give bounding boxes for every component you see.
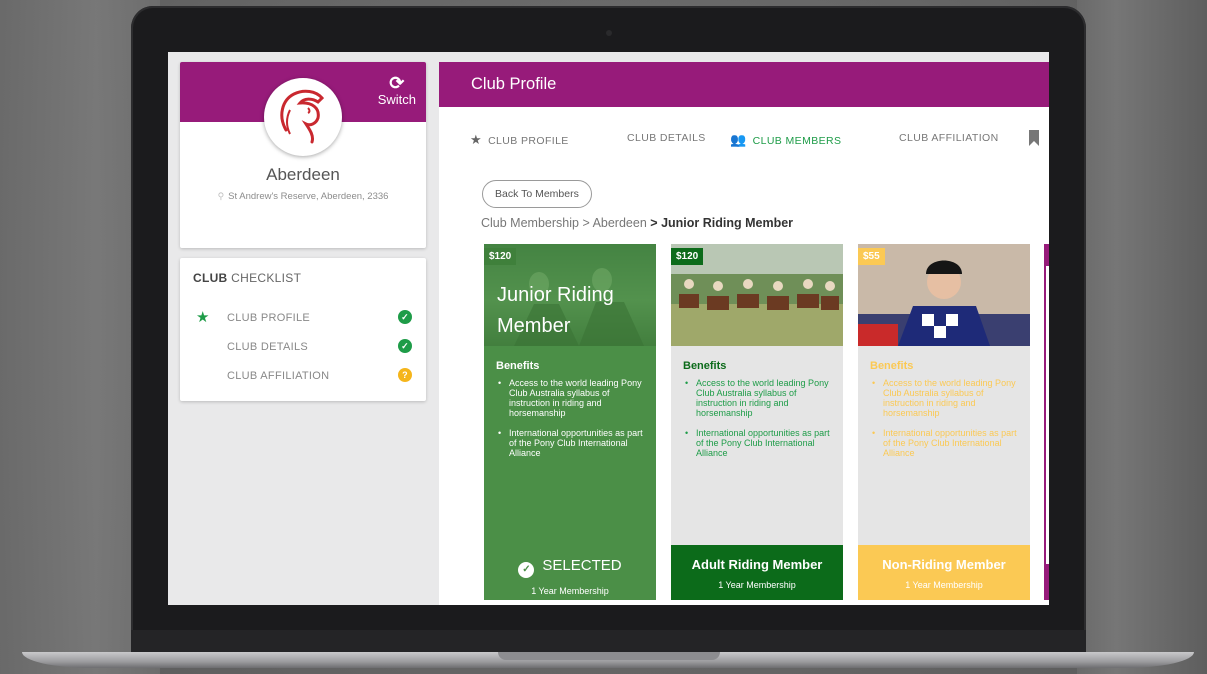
back-to-members-button[interactable]: Back To Members [482,180,592,208]
tab-club-affiliation[interactable]: CLUB AFFILIATION [899,132,999,144]
tab-label: CLUB MEMBERS [752,135,842,147]
main-panel: Club Profile ★ CLUB PROFILE CLUB DETAILS … [439,62,1049,605]
checklist-item-club-profile[interactable]: ★ CLUB PROFILE ✓ [180,309,426,328]
benefits-list: Access to the world leading Pony Club Au… [870,378,1022,468]
club-name: Aberdeen [266,165,340,184]
club-logo [264,78,342,156]
price-badge: $55 [858,248,885,265]
club-profile-card: ⟳ Switch Aberdeen ⚲ St Andrew's Reserve, … [180,62,426,248]
club-checklist: CLUB CHECKLIST ★ CLUB PROFILE ✓ CLUB DET… [180,258,426,401]
checklist-title-rest: CHECKLIST [227,271,302,285]
tab-label: CLUB PROFILE [488,135,569,147]
breadcrumb-item[interactable]: Club Membership [481,216,579,230]
checklist-item-label: CLUB PROFILE [227,312,311,324]
breadcrumb-current: Junior Riding Member [661,216,794,230]
app-screen: ⟳ Switch Aberdeen ⚲ St Andrew's Reserve, … [168,52,1049,605]
card-footer[interactable]: ✓ SELECTED 1 Year Membership [484,545,656,600]
benefits-list: Access to the world leading Pony Club Au… [496,378,648,468]
card-footer[interactable]: Non-Riding Member 1 Year Membership [858,545,1030,600]
checklist-item-label: CLUB DETAILS [227,341,309,353]
breadcrumb: Club Membership > Aberdeen > Junior Ridi… [481,216,793,230]
membership-duration: 1 Year Membership [718,580,796,590]
laptop-chin [131,630,1086,652]
checklist-item-club-details[interactable]: CLUB DETAILS ✓ [180,339,426,357]
refresh-icon: ⟳ [389,73,405,93]
breadcrumb-item[interactable]: Aberdeen [593,216,647,230]
selected-label: ✓ SELECTED [484,557,656,578]
page-title: Club Profile [439,62,1049,107]
breadcrumb-separator: > [650,216,658,230]
selected-text: SELECTED [542,557,622,574]
checklist-item-club-affiliation[interactable]: CLUB AFFILIATION ? [180,368,426,386]
tab-club-members[interactable]: 👥 CLUB MEMBERS [730,132,841,148]
tab-bar: ★ CLUB PROFILE CLUB DETAILS 👥 CLUB MEMBERS… [439,130,1049,150]
switch-button[interactable]: ⟳ Switch [378,74,416,107]
horse-head-logo-icon [280,89,325,144]
bookmark-icon[interactable] [1029,130,1039,146]
benefit-item: International opportunities as part of t… [496,428,648,458]
star-icon: ★ [196,309,210,326]
tab-club-profile[interactable]: ★ CLUB PROFILE [470,132,569,148]
benefits-title: Benefits [496,360,540,372]
price-badge: $120 [484,248,517,265]
benefit-item: Access to the world leading Pony Club Au… [870,378,1022,418]
check-circle-icon: ✓ [398,339,412,353]
benefits-title: Benefits [683,360,727,372]
card-footer[interactable]: Adult Riding Member 1 Year Membership [671,545,843,600]
membership-duration: 1 Year Membership [905,580,983,590]
club-address-text: St Andrew's Reserve, Aberdeen, 2336 [228,191,389,202]
tab-label: CLUB DETAILS [627,132,706,144]
benefit-item: Access to the world leading Pony Club Au… [496,378,648,418]
benefit-item: International opportunities as part of t… [683,428,835,458]
benefit-item: Access to the world leading Pony Club Au… [683,378,835,418]
checklist-item-label: CLUB AFFILIATION [227,370,330,382]
background-right [1077,0,1207,674]
next-card-peek-inner [1046,266,1049,564]
check-circle-icon: ✓ [398,310,412,324]
check-circle-icon: ✓ [518,562,535,578]
laptop-notch [498,652,720,660]
checklist-title-bold: CLUB [193,271,228,285]
benefits-title: Benefits [870,360,914,372]
star-icon: ★ [470,132,483,147]
location-pin-icon: ⚲ [217,191,225,201]
card-title: Non-Riding Member [882,557,1006,572]
membership-card-non-riding[interactable]: $55 Benefits Access to the world leading… [858,244,1030,600]
webcam [606,30,612,36]
tab-club-details[interactable]: CLUB DETAILS [627,132,706,144]
membership-duration: 1 Year Membership [531,586,609,596]
club-address: ⚲ St Andrew's Reserve, Aberdeen, 2336 [180,191,426,202]
benefit-item: International opportunities as part of t… [870,428,1022,458]
switch-label: Switch [377,92,416,107]
price-badge: $120 [671,248,704,265]
checklist-title: CLUB CHECKLIST [193,271,301,285]
card-title: Junior Riding Member [497,284,614,337]
members-icon: 👥 [730,132,747,147]
question-circle-icon: ? [398,368,412,382]
tab-label: CLUB AFFILIATION [899,132,999,144]
benefits-list: Access to the world leading Pony Club Au… [683,378,835,468]
card-title: Adult Riding Member [691,557,823,572]
membership-card-junior[interactable]: $120 Junior Riding Member Benefits Acces… [484,244,656,600]
breadcrumb-separator: > [582,216,590,230]
membership-card-adult[interactable]: $120 Benefits Access to the world leadin… [671,244,843,600]
